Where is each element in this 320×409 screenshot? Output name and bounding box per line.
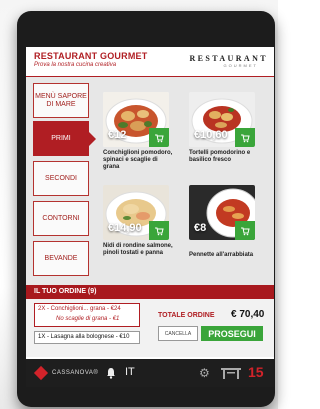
total-value: € 70,40 bbox=[231, 309, 265, 320]
add-to-cart-button[interactable] bbox=[149, 128, 169, 147]
active-category-arrow bbox=[89, 132, 96, 146]
dish-name: Conchiglioni pomodoro, spinaci e scaglie… bbox=[103, 150, 173, 170]
table-number: 15 bbox=[248, 364, 264, 380]
table-icon bbox=[221, 368, 241, 379]
cart-icon bbox=[241, 227, 250, 235]
cart-icon bbox=[241, 134, 250, 142]
cancel-button[interactable]: CANCELLA bbox=[158, 326, 198, 341]
dish-card[interactable]: €14,90 bbox=[103, 185, 169, 240]
restaurant-subtitle: Prova la nostra cucina creativa bbox=[34, 62, 117, 68]
restaurant-title: RESTAURANT GOURMET bbox=[34, 51, 148, 61]
brand-logo-sub: GOURMET bbox=[223, 63, 258, 68]
category-secondi[interactable]: SECONDI bbox=[33, 161, 89, 196]
dish-price: €14,90 bbox=[108, 222, 142, 234]
dish-name: Tortelli pomodorino e basilico fresco bbox=[189, 150, 251, 163]
category-contorni[interactable]: CONTORNI bbox=[33, 201, 89, 236]
dish-price: €12 bbox=[108, 129, 127, 141]
category-label: CONTORNI bbox=[42, 214, 80, 222]
add-to-cart-button[interactable] bbox=[149, 221, 169, 240]
dish-card[interactable]: €10,60 bbox=[189, 92, 255, 147]
continue-button[interactable]: PROSEGUI bbox=[201, 326, 263, 341]
dish-price: €8 bbox=[194, 222, 207, 234]
dish-price: €10,60 bbox=[194, 129, 228, 141]
language-selector[interactable]: IT bbox=[125, 366, 135, 378]
category-bevande[interactable]: BEVANDE bbox=[33, 241, 89, 276]
footer-bar: CASSANOVA® IT ⚙ 15 bbox=[26, 359, 274, 387]
add-to-cart-button[interactable] bbox=[235, 128, 255, 147]
screen: RESTAURANT GOURMET Prova la nostra cucin… bbox=[26, 47, 274, 387]
category-label: MENÙ SAPORE DI MARE bbox=[35, 92, 87, 108]
dish-name: Pennette all'arrabbiata bbox=[189, 252, 254, 258]
dish-card[interactable]: €8 bbox=[189, 185, 255, 240]
category-menu-sapore-di-mare[interactable]: MENÙ SAPORE DI MARE bbox=[33, 83, 89, 118]
order-item-text: 2X - Conchiglioni... grana - €24 bbox=[38, 306, 121, 312]
add-to-cart-button[interactable] bbox=[235, 221, 255, 240]
brand-logo: RESTAURANT bbox=[189, 54, 268, 63]
category-label: PRIMI bbox=[51, 134, 71, 142]
cart-icon bbox=[155, 134, 164, 142]
gear-icon[interactable]: ⚙ bbox=[199, 366, 210, 380]
cassanova-logo-icon bbox=[33, 365, 49, 381]
order-item[interactable]: 1X - Lasagna alla bolognese - €10 bbox=[34, 331, 140, 344]
category-label: SECONDI bbox=[45, 174, 77, 182]
total-label: TOTALE ORDINE bbox=[158, 312, 215, 319]
order-item-note: No scaglie di grana - €1 bbox=[56, 316, 120, 322]
cart-icon bbox=[155, 227, 164, 235]
dish-card[interactable]: €12 bbox=[103, 92, 169, 147]
order-item-text: 1X - Lasagna alla bolognese - €10 bbox=[38, 334, 130, 340]
order-header: IL TUO ORDINE (9) bbox=[26, 285, 274, 299]
order-title: IL TUO ORDINE (9) bbox=[34, 288, 97, 295]
dish-name: Nidi di rondine salmone, pinoli tostati … bbox=[103, 243, 173, 256]
footer-brand: CASSANOVA® bbox=[52, 370, 99, 376]
bell-icon[interactable] bbox=[106, 367, 116, 379]
category-label: BEVANDE bbox=[44, 254, 78, 262]
category-primi[interactable]: PRIMI bbox=[33, 121, 89, 156]
order-item[interactable]: 2X - Conchiglioni... grana - €24 No scag… bbox=[34, 303, 140, 327]
header: RESTAURANT GOURMET Prova la nostra cucin… bbox=[26, 47, 274, 77]
